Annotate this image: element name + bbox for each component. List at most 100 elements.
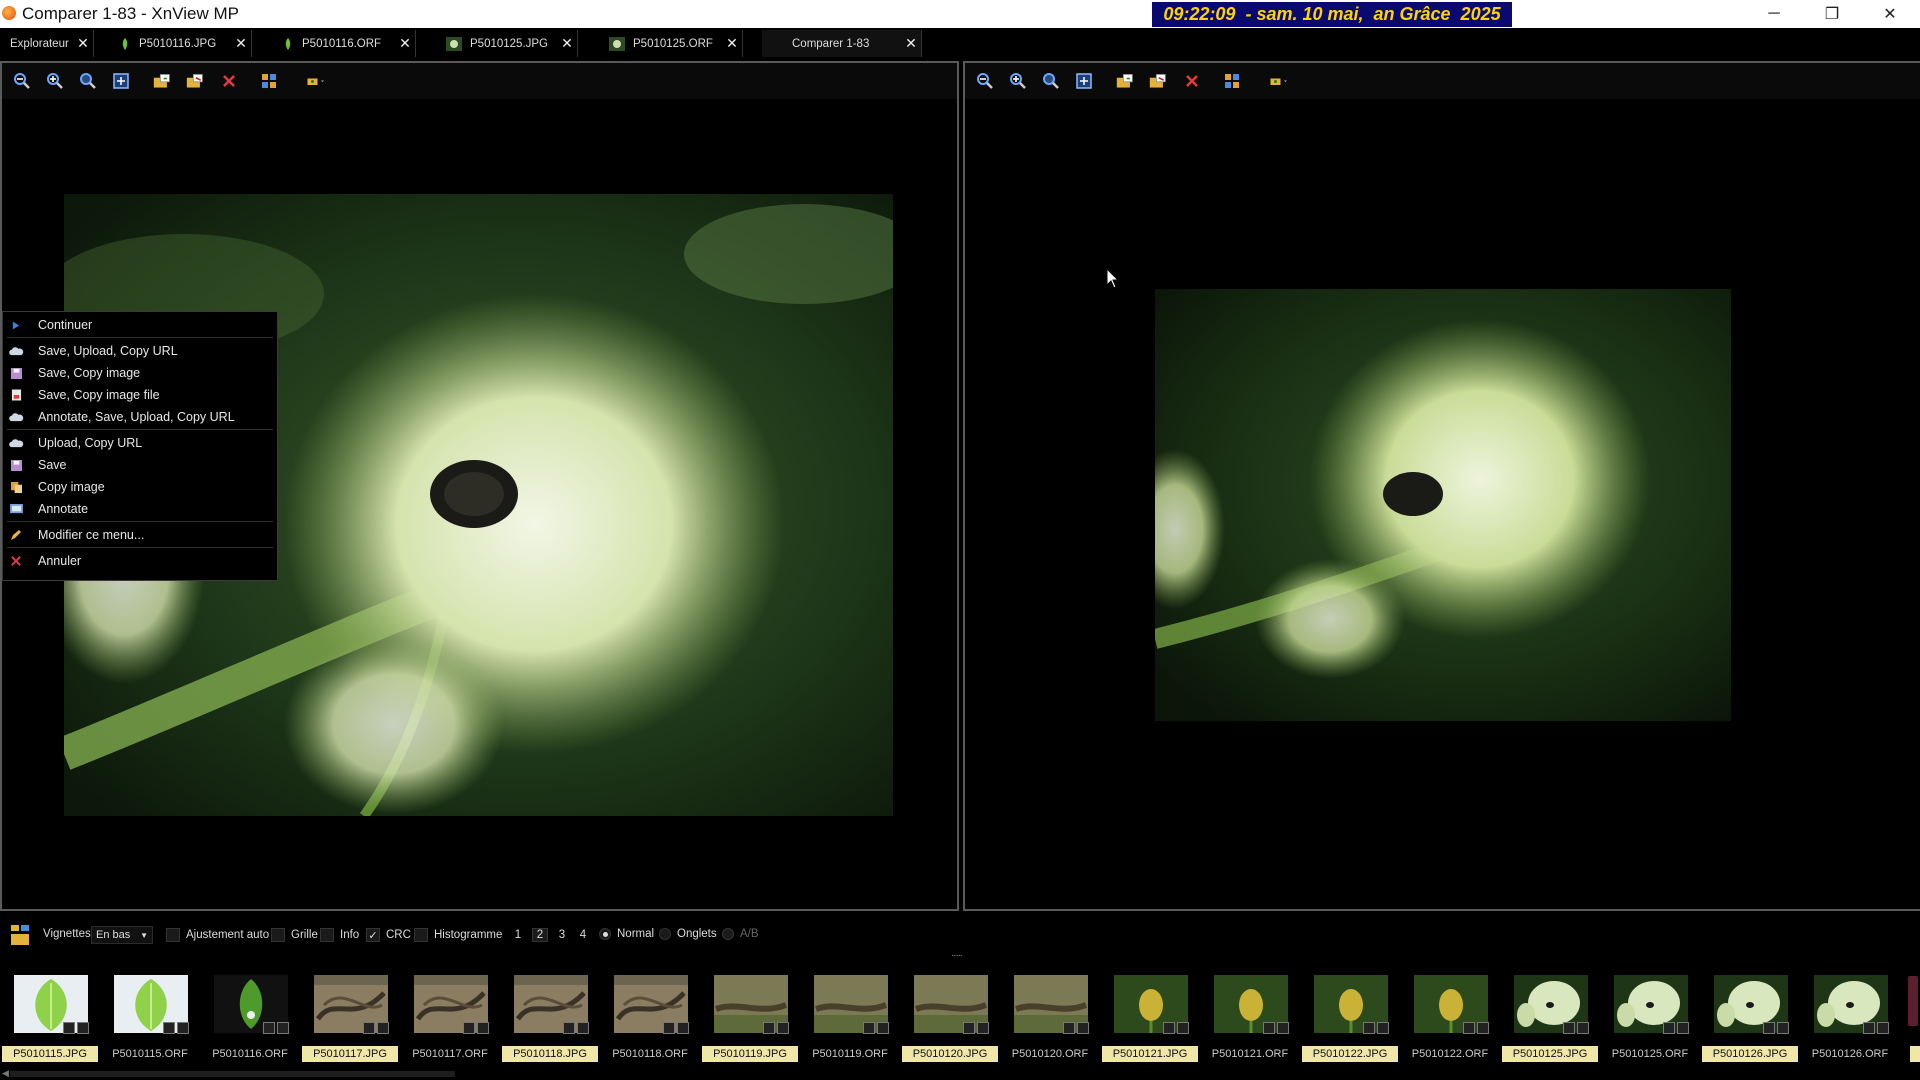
radio[interactable] xyxy=(722,928,734,940)
copy-to-folder-icon[interactable] xyxy=(151,72,173,90)
menu-item-annotate[interactable]: Annotate xyxy=(3,498,277,520)
tab-close-icon[interactable]: ✕ xyxy=(395,35,415,52)
tab-p5010116-orf[interactable]: P5010116.ORF ✕ xyxy=(278,30,416,57)
menu-item-save-copy-image-file[interactable]: Save, Copy image file xyxy=(3,384,277,406)
checkbox-checked[interactable]: ✓ xyxy=(366,928,380,942)
thumbnail-item[interactable]: P5010126.ORF xyxy=(1801,964,1901,1066)
checkbox[interactable] xyxy=(320,928,334,942)
close-window-button[interactable]: ✕ xyxy=(1867,0,1913,28)
move-to-folder-icon[interactable] xyxy=(1147,72,1169,90)
grille-checkbox[interactable]: Grille xyxy=(271,928,318,942)
scroll-left-icon[interactable]: ◀ xyxy=(2,1068,9,1079)
move-to-folder-icon[interactable] xyxy=(184,72,206,90)
zoom-in-icon[interactable] xyxy=(1009,72,1027,90)
zoom-in-icon[interactable] xyxy=(46,72,64,90)
thumbnail-item[interactable]: P5010125.ORF xyxy=(1601,964,1701,1066)
badge-icon xyxy=(1277,1022,1289,1034)
thumbnail-item[interactable]: P5010121.JPG xyxy=(1101,964,1201,1066)
checkbox[interactable] xyxy=(166,928,180,942)
fullscreen-icon[interactable] xyxy=(1075,72,1093,90)
minimize-icon: ─ xyxy=(1768,5,1780,22)
thumbnail-label: P5010121.JPG xyxy=(1102,1046,1198,1062)
scrollbar-thumb[interactable] xyxy=(10,1071,455,1077)
tab-comparer[interactable]: Comparer 1-83 ✕ xyxy=(762,30,922,57)
ajustement-auto-checkbox[interactable]: Ajustement auto xyxy=(166,928,269,942)
zoom-fit-icon[interactable] xyxy=(1042,72,1060,90)
thumbnail-item[interactable]: P5010125.JPG xyxy=(1501,964,1601,1066)
thumbnail-item[interactable]: P5010119.JPG xyxy=(701,964,801,1066)
menu-item-annuler[interactable]: Annuler xyxy=(3,550,277,572)
thumbnail-item[interactable]: P5010115.ORF xyxy=(101,964,201,1066)
clock-banner: 09:22:09 - sam. 10 mai, an Grâce 2025 xyxy=(1152,2,1512,27)
thumbnail-item[interactable]: P5010122.JPG xyxy=(1301,964,1401,1066)
menu-item-continuer[interactable]: Continuer xyxy=(3,314,277,336)
thumbnail-item[interactable]: P5010120.JPG xyxy=(901,964,1001,1066)
layout-icon[interactable] xyxy=(260,72,278,90)
tab-p5010125-jpg[interactable]: P5010125.JPG ✕ xyxy=(442,30,578,57)
menu-item-save-copy-image[interactable]: Save, Copy image xyxy=(3,362,277,384)
menu-item-save-upload-copy-url[interactable]: Save, Upload, Copy URL xyxy=(3,340,277,362)
pane-count-4[interactable]: 4 xyxy=(576,929,590,941)
pane-count-1[interactable]: 1 xyxy=(511,929,525,941)
thumbnails-panel-icon[interactable] xyxy=(9,923,31,947)
thumbnail-item[interactable]: P5010118.JPG xyxy=(501,964,601,1066)
compare-pane-right[interactable] xyxy=(963,61,1920,911)
ab-radio[interactable]: A/B xyxy=(722,928,759,940)
thumbnail-item[interactable]: P5010120.ORF xyxy=(1001,964,1101,1066)
tab-close-icon[interactable]: ✕ xyxy=(722,35,742,52)
pane-count-2[interactable]: 2 xyxy=(532,928,548,942)
thumbnail-item[interactable]: P5010122.ORF xyxy=(1401,964,1501,1066)
tab-explorateur[interactable]: Explorateur ✕ xyxy=(2,30,94,57)
copy-to-folder-icon[interactable] xyxy=(1114,72,1136,90)
thumbnail-item[interactable]: P5010121.ORF xyxy=(1201,964,1301,1066)
crc-checkbox[interactable]: ✓ CRC xyxy=(366,928,411,942)
thumbnail-item[interactable]: P5010115.JPG xyxy=(1,964,101,1066)
restore-button[interactable]: ❐ xyxy=(1809,0,1855,28)
open-folder-icon[interactable] xyxy=(298,72,334,90)
panel-splitter[interactable]: ...... xyxy=(951,948,963,959)
onglets-radio[interactable]: Onglets xyxy=(659,928,717,940)
restore-icon: ❐ xyxy=(1824,6,1840,23)
layout-icon[interactable] xyxy=(1223,72,1241,90)
zoom-out-icon[interactable] xyxy=(976,72,994,90)
checkbox[interactable] xyxy=(414,928,428,942)
menu-item-copy-image[interactable]: Copy image xyxy=(3,476,277,498)
minimize-button[interactable]: ─ xyxy=(1751,0,1797,28)
thumbnail-item[interactable]: P5010117.ORF xyxy=(401,964,501,1066)
title-bar: Comparer 1-83 - XnView MP 09:22:09 - sam… xyxy=(0,0,1920,28)
zoom-fit-icon[interactable] xyxy=(79,72,97,90)
histogramme-checkbox[interactable]: Histogramme xyxy=(414,928,502,942)
thumbnail-scrollbar[interactable]: ◀ xyxy=(0,1068,1920,1080)
delete-icon[interactable] xyxy=(1183,72,1201,90)
menu-separator xyxy=(7,547,273,548)
tab-p5010116-jpg[interactable]: P5010116.JPG ✕ xyxy=(115,30,252,57)
zoom-out-icon[interactable] xyxy=(13,72,31,90)
radio[interactable] xyxy=(659,928,671,940)
menu-item-upload-copy-url[interactable]: Upload, Copy URL xyxy=(3,432,277,454)
delete-icon[interactable] xyxy=(220,72,238,90)
tab-close-icon[interactable]: ✕ xyxy=(901,35,921,52)
normal-radio[interactable]: Normal xyxy=(599,928,654,940)
pane-count-3[interactable]: 3 xyxy=(555,929,569,941)
thumbnail-item[interactable]: P5010118.ORF xyxy=(601,964,701,1066)
checkbox[interactable] xyxy=(271,928,285,942)
thumbnail-badges xyxy=(1363,1022,1389,1034)
thumbnail-item[interactable]: P5010119.ORF xyxy=(801,964,901,1066)
thumbnail-item[interactable]: P5010117.JPG xyxy=(301,964,401,1066)
info-checkbox[interactable]: Info xyxy=(320,928,359,942)
menu-item-modifier-menu[interactable]: Modifier ce menu... xyxy=(3,524,277,546)
tab-p5010125-orf[interactable]: P5010125.ORF ✕ xyxy=(605,30,743,57)
menu-item-save[interactable]: Save xyxy=(3,454,277,476)
annotate-icon xyxy=(8,502,24,516)
open-folder-icon[interactable] xyxy=(1261,72,1297,90)
thumbnail-item[interactable]: P5010126.JPG xyxy=(1701,964,1801,1066)
tab-close-icon[interactable]: ✕ xyxy=(73,35,93,52)
radio-selected[interactable] xyxy=(599,928,611,940)
fullscreen-icon[interactable] xyxy=(112,72,130,90)
compare-pane-left[interactable]: Continuer Save, Upload, Copy URL Save, C… xyxy=(0,61,959,911)
tab-close-icon[interactable]: ✕ xyxy=(557,35,577,52)
thumbnail-item[interactable]: P5010116.ORF xyxy=(201,964,301,1066)
menu-item-annotate-save-upload-copy-url[interactable]: Annotate, Save, Upload, Copy URL xyxy=(3,406,277,428)
thumbnail-position-select[interactable]: En bas ▼ xyxy=(91,926,153,944)
tab-close-icon[interactable]: ✕ xyxy=(231,35,251,52)
